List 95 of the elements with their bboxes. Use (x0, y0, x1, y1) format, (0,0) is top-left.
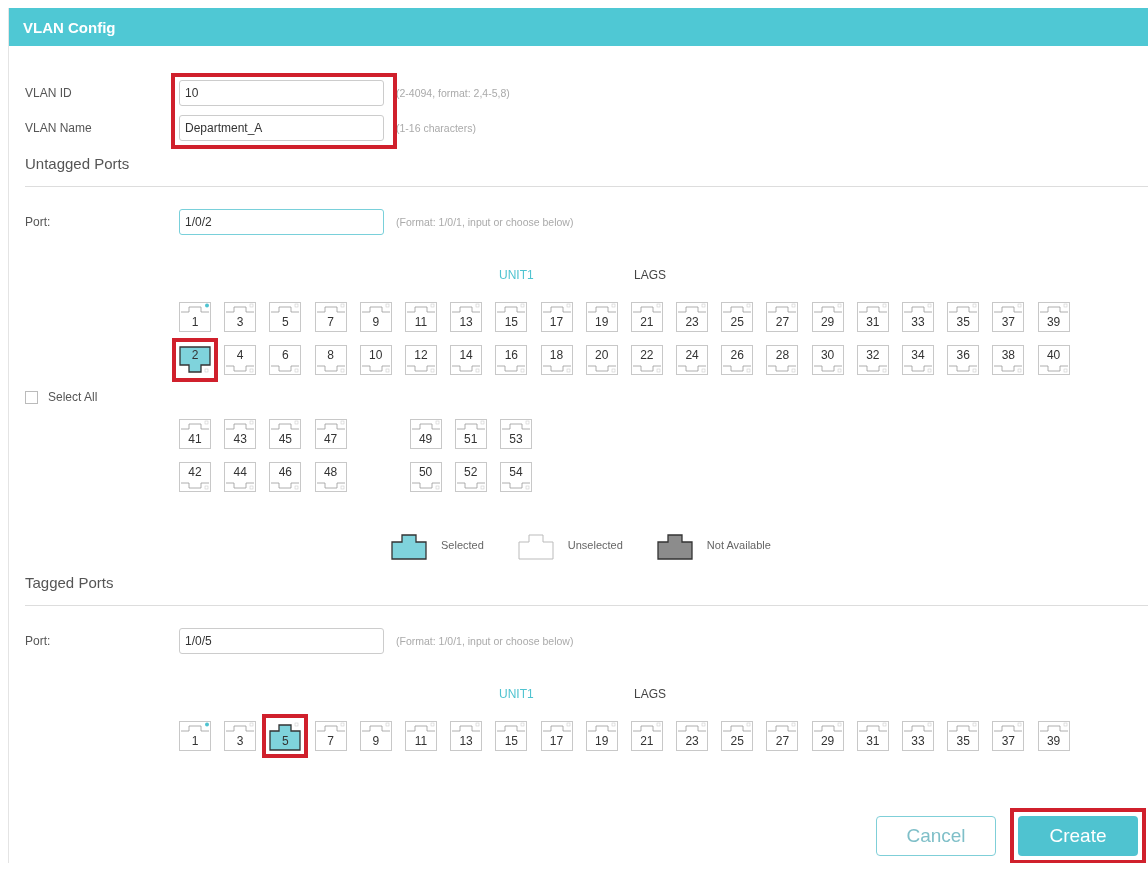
field-hint: (Format: 1/0/1, input or choose below) (396, 216, 574, 228)
field-label: Port: (25, 634, 52, 648)
legend-label: Unselected (567, 539, 623, 551)
port-button[interactable]: 21 (630, 302, 663, 332)
port-button[interactable]: 16 (495, 345, 528, 375)
port-button[interactable]: 7 (314, 302, 347, 332)
section-heading: Untagged Ports (25, 155, 131, 174)
port-button[interactable]: 34 (902, 345, 934, 375)
port-button[interactable]: 7 (314, 721, 347, 751)
port-button[interactable]: 3 (224, 721, 257, 751)
port-button[interactable]: 29 (811, 721, 844, 751)
port-button[interactable]: 35 (947, 302, 980, 332)
port-button[interactable]: 6 (269, 345, 302, 375)
port-button[interactable]: 44 (224, 462, 257, 492)
port-button[interactable]: 23 (676, 302, 709, 332)
port-button[interactable]: 4 (224, 345, 257, 375)
port-button[interactable]: 43 (224, 419, 257, 449)
field-label: VLAN ID (25, 86, 73, 100)
port-button[interactable]: 33 (902, 302, 934, 332)
port-button[interactable]: 35 (947, 721, 980, 751)
port-button[interactable]: 14 (450, 345, 483, 375)
port-button[interactable]: 31 (856, 302, 889, 332)
port-button[interactable]: 19 (585, 302, 618, 332)
port-button[interactable]: 23 (676, 721, 709, 751)
port-button[interactable]: 51 (454, 419, 487, 449)
port-button[interactable]: 30 (811, 345, 844, 375)
port-button[interactable]: 27 (766, 721, 799, 751)
input-field[interactable]: Department_A (179, 115, 384, 141)
port-button[interactable]: 24 (676, 345, 709, 375)
section-heading: Tagged Ports (25, 574, 115, 593)
port-button[interactable]: 18 (540, 345, 573, 375)
port-button[interactable]: 27 (766, 302, 799, 332)
port-button[interactable]: 25 (721, 302, 754, 332)
field-hint: (2-4094, format: 2,4-5,8) (396, 87, 510, 99)
port-button[interactable]: 5 (269, 721, 302, 751)
port-button[interactable]: 39 (1037, 302, 1070, 332)
port-button[interactable]: 3 (224, 302, 257, 332)
port-button[interactable]: 11 (404, 302, 437, 332)
field-hint: (1-16 characters) (396, 122, 476, 134)
select-all-checkbox[interactable]: Select All (25, 390, 98, 404)
port-button[interactable]: 26 (721, 345, 754, 375)
port-button[interactable]: 48 (314, 462, 347, 492)
input-field[interactable]: 1/0/2 (179, 209, 384, 235)
input-field[interactable]: 10 (179, 80, 384, 106)
port-button[interactable]: 1 (179, 721, 211, 751)
port-button[interactable]: 13 (450, 302, 483, 332)
port-button[interactable]: 12 (404, 345, 437, 375)
port-button[interactable]: 49 (409, 419, 442, 449)
field-label: Port: (25, 215, 52, 229)
port-button[interactable]: 28 (766, 345, 799, 375)
port-button[interactable]: 50 (409, 462, 442, 492)
port-button[interactable]: 1 (179, 302, 211, 332)
port-button[interactable]: 17 (540, 721, 573, 751)
field-label: VLAN Name (25, 121, 93, 135)
legend-label: Selected (441, 539, 484, 551)
unit-tab[interactable]: LAGS (634, 687, 769, 701)
port-button[interactable]: 37 (992, 302, 1025, 332)
port-button[interactable]: 20 (585, 345, 618, 375)
port-button[interactable]: 38 (992, 345, 1025, 375)
port-button[interactable]: 31 (856, 721, 889, 751)
port-button[interactable]: 8 (314, 345, 347, 375)
window-title: VLAN Config (23, 18, 116, 36)
port-button[interactable]: 39 (1037, 721, 1070, 751)
input-field[interactable]: 1/0/5 (179, 628, 384, 654)
port-button[interactable]: 15 (495, 302, 528, 332)
field-hint: (Format: 1/0/1, input or choose below) (396, 635, 574, 647)
port-button[interactable]: 10 (359, 345, 392, 375)
port-button[interactable]: 22 (630, 345, 663, 375)
port-button[interactable]: 32 (856, 345, 889, 375)
port-button[interactable]: 36 (947, 345, 980, 375)
port-button[interactable]: 15 (495, 721, 528, 751)
port-button[interactable]: 19 (585, 721, 618, 751)
legend-label: Not Available (706, 539, 771, 551)
port-button[interactable]: 37 (992, 721, 1025, 751)
port-button[interactable]: 5 (269, 302, 302, 332)
port-button[interactable]: 9 (359, 721, 392, 751)
port-button[interactable]: 47 (314, 419, 347, 449)
port-button[interactable]: 13 (450, 721, 483, 751)
port-button[interactable]: 11 (404, 721, 437, 751)
port-button[interactable]: 54 (499, 462, 532, 492)
port-button[interactable]: 29 (811, 302, 844, 332)
port-button[interactable]: 41 (179, 419, 211, 449)
port-button[interactable]: 45 (269, 419, 302, 449)
port-button[interactable]: 25 (721, 721, 754, 751)
port-button[interactable]: 9 (359, 302, 392, 332)
port-button[interactable]: 17 (540, 302, 573, 332)
port-button[interactable]: 2 (179, 345, 211, 375)
port-button[interactable]: 42 (179, 462, 211, 492)
port-button[interactable]: 52 (454, 462, 487, 492)
port-button[interactable]: 40 (1037, 345, 1070, 375)
port-button[interactable]: 46 (269, 462, 302, 492)
port-button[interactable]: 21 (630, 721, 663, 751)
unit-tab[interactable]: LAGS (634, 268, 769, 282)
port-button[interactable]: 53 (499, 419, 532, 449)
port-button[interactable]: 33 (902, 721, 934, 751)
